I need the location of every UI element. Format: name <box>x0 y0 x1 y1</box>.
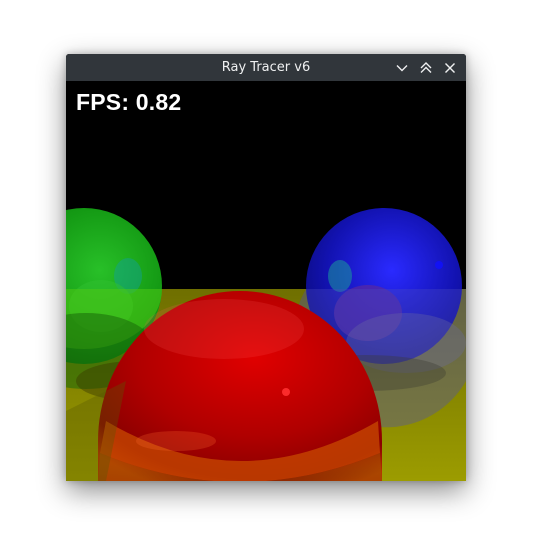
title-bar[interactable]: Ray Tracer v6 <box>66 54 466 81</box>
maximize-button[interactable] <box>416 58 436 78</box>
close-icon <box>445 62 455 73</box>
close-button[interactable] <box>440 58 460 78</box>
chevron-down-icon <box>396 64 408 71</box>
rendered-scene <box>66 81 466 481</box>
app-window: Ray Tracer v6 FPS: 0.82 <box>66 54 466 481</box>
minimize-button[interactable] <box>392 58 412 78</box>
render-viewport[interactable]: FPS: 0.82 <box>66 81 466 481</box>
window-controls <box>392 54 460 81</box>
double-chevron-up-icon <box>420 61 432 73</box>
fps-counter: FPS: 0.82 <box>76 89 182 115</box>
